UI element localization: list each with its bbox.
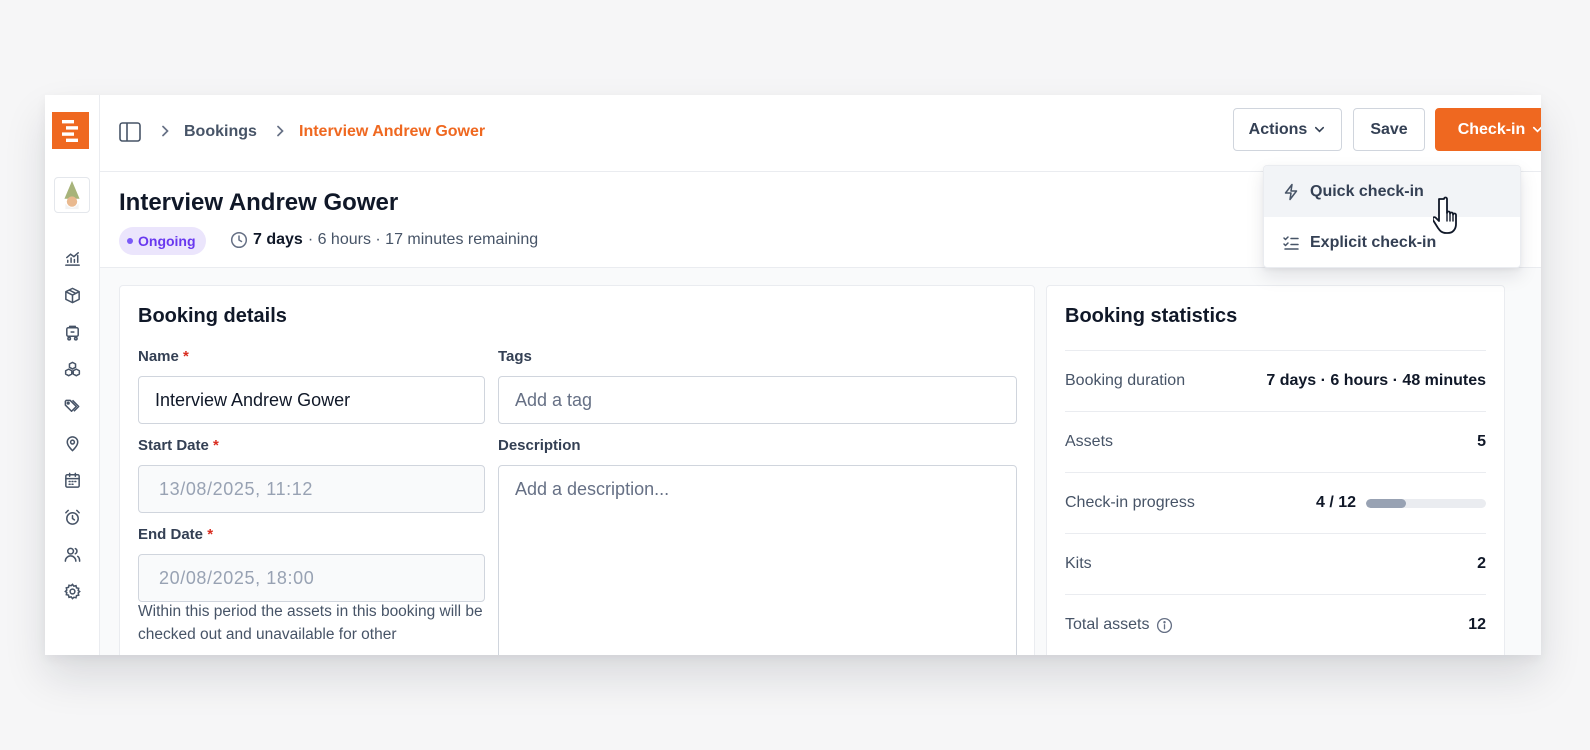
calendar-icon[interactable] [61, 469, 83, 491]
stat-value-group: 4 / 12 [1316, 494, 1486, 512]
check-in-button[interactable]: Check-in [1435, 108, 1541, 151]
end-date-label-text: End Date [138, 526, 204, 543]
tags-placeholder: Add a tag [515, 389, 593, 410]
date-hint: Within this period the assets in this bo… [138, 603, 483, 643]
menu-item-explicit-check-in[interactable]: Explicit check-in [1264, 217, 1520, 267]
time-remaining: 7 days · 6 hours · 17 minutes remaining [230, 231, 538, 249]
name-value: Interview Andrew Gower [155, 389, 351, 410]
checklist-icon [1283, 235, 1299, 250]
page-title: Interview Andrew Gower [119, 189, 399, 216]
stat-kits: Kits 2 [1065, 533, 1486, 594]
remaining-rest: · 6 hours · 17 minutes remaining [307, 231, 539, 248]
top-bar: Bookings Interview Andrew Gower Actions … [100, 95, 1541, 172]
chevron-down-icon [1315, 126, 1325, 133]
app-window: Bookings Interview Andrew Gower Actions … [45, 95, 1541, 655]
breadcrumb-current: Interview Andrew Gower [299, 123, 486, 140]
save-label: Save [1370, 120, 1408, 138]
name-label: Name * [138, 348, 189, 365]
kits-icon[interactable] [61, 358, 83, 380]
stat-booking-duration: Booking duration 7 days · 6 hours · 48 m… [1065, 350, 1486, 411]
stat-total-assets: Total assets 12 [1065, 594, 1486, 655]
start-date-label-text: Start Date [138, 437, 209, 454]
hand-pointer-cursor-icon [1433, 196, 1457, 234]
chevron-down-icon [1533, 126, 1541, 133]
booking-details-card: Booking details Name * Interview Andrew … [119, 285, 1035, 655]
name-input[interactable]: Interview Andrew Gower [138, 376, 485, 424]
clock-icon [230, 231, 248, 249]
chart-icon[interactable] [61, 247, 83, 269]
booking-details-title: Booking details [138, 305, 287, 327]
stat-value: 7 days · 6 hours · 48 minutes [1266, 372, 1486, 389]
stat-value: 2 [1477, 555, 1486, 572]
logo-icon [61, 119, 78, 142]
required-mark: * [183, 348, 189, 365]
end-date-label: End Date * [138, 526, 213, 543]
users-icon[interactable] [61, 543, 83, 565]
end-date-value: 20/08/2025, 18:00 [159, 567, 315, 588]
stat-label: Kits [1065, 555, 1092, 572]
status-dot [127, 238, 133, 244]
remaining-days: 7 days [253, 231, 303, 248]
gnome-avatar-icon [64, 180, 80, 210]
start-date-label: Start Date * [138, 437, 219, 454]
lightning-icon [1284, 183, 1298, 200]
sidebar [45, 95, 100, 655]
start-date-value: 13/08/2025, 11:12 [159, 478, 313, 499]
stat-label: Total assets [1065, 616, 1150, 633]
required-mark: * [207, 526, 214, 543]
name-label-text: Name [138, 348, 179, 365]
stat-label: Assets [1065, 433, 1114, 450]
breadcrumb-bookings[interactable]: Bookings [184, 123, 257, 141]
settings-icon[interactable] [61, 580, 83, 602]
info-icon[interactable] [1156, 617, 1173, 634]
stat-assets: Assets 5 [1065, 411, 1486, 472]
status-badge: Ongoing [119, 227, 206, 255]
alarm-icon[interactable] [61, 506, 83, 528]
actions-button[interactable]: Actions [1233, 108, 1342, 151]
stat-label-group: Total assets [1065, 616, 1173, 634]
sidebar-toggle-icon[interactable] [118, 120, 142, 144]
progress-fill [1366, 498, 1406, 508]
save-button[interactable]: Save [1353, 108, 1425, 151]
description-placeholder: Add a description... [515, 479, 670, 499]
menu-item-label: Quick check-in [1310, 182, 1424, 200]
stat-value: 12 [1468, 616, 1486, 633]
stat-label: Check-in progress [1065, 494, 1195, 511]
check-in-dropdown: Quick check-in Explicit check-in [1263, 165, 1521, 268]
chevron-right-icon [158, 124, 172, 138]
shelf-logo[interactable] [52, 112, 89, 149]
progress-bar [1366, 498, 1486, 508]
avatar[interactable] [54, 177, 90, 213]
end-date-input[interactable]: 20/08/2025, 18:00 [138, 554, 485, 602]
stat-value: 4 / 12 [1315, 494, 1356, 511]
booking-statistics-card: Booking statistics Booking duration 7 da… [1046, 285, 1505, 655]
status-label: Ongoing [138, 233, 196, 249]
stat-check-in-progress: Check-in progress 4 / 12 [1065, 472, 1486, 533]
location-icon[interactable] [61, 432, 83, 454]
check-in-label: Check-in [1457, 120, 1526, 138]
actions-label: Actions [1248, 120, 1308, 138]
main-content: Booking details Name * Interview Andrew … [100, 268, 1541, 655]
menu-item-quick-check-in[interactable]: Quick check-in [1264, 166, 1520, 217]
description-label: Description [498, 437, 581, 454]
description-textarea[interactable]: Add a description... [498, 465, 1017, 655]
chevron-right-icon [273, 124, 287, 138]
tags-icon[interactable] [61, 395, 83, 417]
box-icon[interactable] [61, 284, 83, 306]
stat-label: Booking duration [1065, 372, 1186, 389]
start-date-input[interactable]: 13/08/2025, 11:12 [138, 465, 485, 513]
tags-label: Tags [498, 348, 532, 365]
menu-item-label: Explicit check-in [1310, 233, 1437, 251]
cart-icon[interactable] [61, 321, 83, 343]
booking-statistics-title: Booking statistics [1065, 305, 1238, 327]
stat-value: 5 [1477, 433, 1486, 450]
required-mark: * [213, 437, 219, 454]
tags-input[interactable]: Add a tag [498, 376, 1017, 424]
